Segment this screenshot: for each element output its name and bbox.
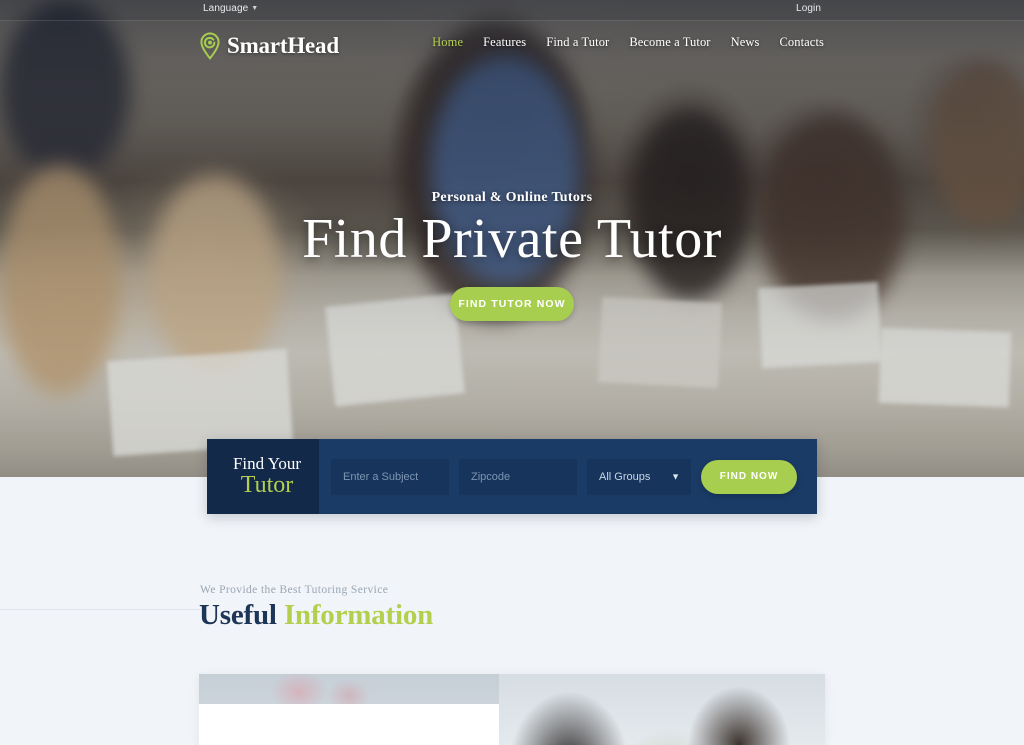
section-title-green: Information bbox=[283, 599, 434, 631]
nav-item-home[interactable]: Home bbox=[432, 35, 463, 50]
topbar: Language ▼ Login bbox=[0, 0, 1024, 21]
group-select-value: All Groups bbox=[599, 470, 651, 483]
nav-item-become-a-tutor[interactable]: Become a Tutor bbox=[629, 35, 710, 50]
nav-item-features[interactable]: Features bbox=[483, 35, 526, 50]
card-body bbox=[199, 704, 499, 745]
language-label: Language bbox=[203, 3, 249, 14]
hero-title: Find Private Tutor bbox=[302, 208, 722, 270]
search-bar-fields: All Groups ▼ FIND NOW bbox=[319, 439, 817, 514]
language-selector[interactable]: Language ▼ bbox=[203, 3, 258, 14]
search-heading-line2: Tutor bbox=[240, 471, 294, 498]
section-title: Useful Information bbox=[199, 599, 433, 632]
search-heading-line1: Find Your bbox=[232, 453, 302, 473]
find-now-button[interactable]: FIND NOW bbox=[701, 459, 797, 494]
section-eyebrow: We Provide the Best Tutoring Service bbox=[200, 584, 389, 596]
logo-link[interactable]: SmartHead bbox=[198, 32, 339, 60]
find-tutor-now-button[interactable]: FIND TUTOR NOW bbox=[450, 286, 574, 321]
nav-item-find-a-tutor[interactable]: Find a Tutor bbox=[546, 35, 609, 50]
login-link[interactable]: Login bbox=[796, 3, 821, 14]
zipcode-input[interactable] bbox=[459, 458, 577, 495]
section-divider bbox=[0, 609, 200, 610]
page-root: Language ▼ Login SmartHead Home Features… bbox=[0, 0, 1024, 745]
logo-text: SmartHead bbox=[227, 33, 339, 58]
tutor-search-bar: Find Your Tutor All Groups ▼ FIND NOW bbox=[207, 439, 817, 514]
group-select[interactable]: All Groups ▼ bbox=[587, 458, 691, 495]
hero-subtitle: Personal & Online Tutors bbox=[431, 190, 593, 205]
chevron-down-icon: ▼ bbox=[671, 471, 680, 481]
search-bar-heading: Find Your Tutor bbox=[207, 439, 319, 514]
subject-input[interactable] bbox=[331, 458, 449, 495]
information-card[interactable] bbox=[199, 674, 825, 745]
nav-item-news[interactable]: News bbox=[731, 35, 760, 50]
site-header: SmartHead Home Features Find a Tutor Bec… bbox=[0, 21, 1024, 73]
main-navigation: Home Features Find a Tutor Become a Tuto… bbox=[432, 35, 824, 50]
nav-item-contacts[interactable]: Contacts bbox=[779, 35, 824, 50]
map-pin-spiral-icon bbox=[198, 32, 222, 60]
chevron-down-icon: ▼ bbox=[251, 5, 259, 12]
section-title-dark: Useful bbox=[199, 599, 277, 631]
